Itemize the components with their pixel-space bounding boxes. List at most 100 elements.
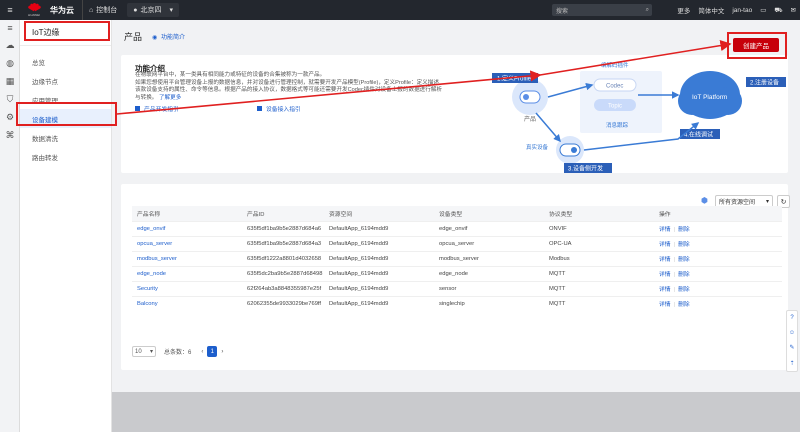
page-size-select[interactable]: 10 ▾: [132, 346, 156, 357]
page-title: 产品: [124, 32, 143, 42]
brand-name[interactable]: 华为云: [48, 0, 83, 20]
intro-card: 功能介绍 在物联网平台中，某一类具有相同能力或特征的设备的合集被称为一款产品。 …: [121, 55, 788, 173]
resource-space: DefaultApp_6194mdd9: [324, 235, 434, 251]
detail-link[interactable]: 详情: [659, 272, 671, 278]
network-icon[interactable]: ⌘: [0, 126, 20, 144]
diagram-step2: 2.注册设备: [750, 79, 779, 87]
detail-link[interactable]: 详情: [659, 257, 671, 263]
detail-link[interactable]: 详情: [659, 302, 671, 308]
table-header-row: 产品名称 产品ID 资源空间 设备类型 协议类型 操作: [132, 206, 782, 221]
product-id: 635f5df1222a8801d4032658: [242, 250, 324, 266]
doc-icon: [257, 106, 262, 111]
delete-link[interactable]: 删除: [678, 227, 690, 233]
region-selector[interactable]: ● 北京四 ▾: [127, 3, 179, 17]
col-device-type: 设备类型: [434, 206, 544, 221]
product-id: 635f5dc2ba9b5e2887d68498: [242, 265, 324, 281]
row-operations: 详情 | 删除: [654, 235, 782, 251]
table-row: edge_node 635f5dc2ba9b5e2887d68498 Defau…: [132, 265, 782, 281]
next-page-icon[interactable]: ›: [221, 349, 223, 355]
device-type: edge_node: [434, 265, 544, 281]
chevron-down-icon: ▾: [149, 349, 153, 355]
top-icon[interactable]: ⇡: [789, 360, 794, 367]
top-right-links: 更多 简体中文 jan-tao ▭ ⛟ ✉: [673, 0, 800, 20]
protocol-type: ONVIF: [544, 220, 654, 236]
sidebar-item-overview[interactable]: 总览: [20, 52, 111, 71]
detail-link[interactable]: 详情: [659, 242, 671, 248]
diagram-product-label: 产品: [524, 115, 536, 123]
delete-link[interactable]: 删除: [678, 287, 690, 293]
learn-more-link[interactable]: 了解更多: [159, 95, 181, 101]
product-dev-guide-link[interactable]: 产品开发指引: [135, 104, 179, 113]
search-input[interactable]: 搜索 ⌕: [552, 4, 652, 16]
diagram-step4: 4.在线调试: [684, 131, 713, 139]
diagram-codec-plugin: 编解码插件: [601, 61, 629, 69]
search-placeholder: 搜索: [556, 8, 569, 15]
row-operations: 详情 | 删除: [654, 265, 782, 281]
cloud-icon[interactable]: ☁: [0, 36, 20, 54]
edit-icon[interactable]: ✎: [789, 344, 794, 351]
device-type: singlechip: [434, 295, 544, 311]
product-name-link[interactable]: edge_onvif: [132, 220, 242, 236]
sidebar-item-routing[interactable]: 路由转发: [20, 147, 111, 166]
delete-link[interactable]: 删除: [678, 302, 690, 308]
sidebar-item-edge-nodes[interactable]: 边缘节点: [20, 71, 111, 90]
diagram-step1: 1.定义Profile: [497, 75, 532, 83]
prev-page-icon[interactable]: ‹: [201, 349, 203, 355]
console-link[interactable]: ⌂ 控制台: [83, 0, 123, 20]
list-icon[interactable]: ≡: [0, 20, 20, 36]
top-bar: ≡ HUAWEI 华为云 ⌂ 控制台 ● 北京四 ▾ 搜索 ⌕ 更多 简体中文 …: [0, 0, 800, 20]
device-type: edge_onvif: [434, 220, 544, 236]
help-icon[interactable]: ?: [790, 315, 793, 321]
feedback-icon[interactable]: ☺: [789, 330, 795, 336]
device-access-guide-link[interactable]: 设备接入指引: [257, 104, 301, 113]
protocol-type: MQTT: [544, 280, 654, 296]
col-product-name: 产品名称: [132, 206, 242, 221]
bottom-band: [112, 392, 800, 432]
diagram-step3: 3.设备侧开发: [568, 165, 603, 173]
product-name-link[interactable]: edge_node: [132, 265, 242, 281]
more-link[interactable]: 更多: [673, 0, 694, 20]
product-name-link[interactable]: modbus_server: [132, 250, 242, 266]
resource-space: DefaultApp_6194mdd9: [324, 295, 434, 311]
cart-icon[interactable]: ⛟: [770, 0, 786, 20]
detail-link[interactable]: 详情: [659, 227, 671, 233]
page-number-button[interactable]: 1: [207, 346, 218, 357]
row-operations: 详情 | 删除: [654, 220, 782, 236]
product-table: 产品名称 产品ID 资源空间 设备类型 协议类型 操作 edge_onvif 6…: [132, 206, 782, 311]
product-name-link[interactable]: Security: [132, 280, 242, 296]
storage-icon[interactable]: ▦: [0, 72, 20, 90]
product-name-link[interactable]: opcua_server: [132, 235, 242, 251]
delete-link[interactable]: 删除: [678, 272, 690, 278]
detail-link[interactable]: 详情: [659, 287, 671, 293]
cloud-shell-icon[interactable]: ▭: [756, 0, 770, 20]
resource-space: DefaultApp_6194mdd9: [324, 265, 434, 281]
delete-link[interactable]: 删除: [678, 242, 690, 248]
huawei-logo[interactable]: HUAWEI: [20, 0, 48, 20]
mail-icon[interactable]: ✉: [787, 0, 800, 20]
intro-link[interactable]: ◉ 功能简介: [152, 32, 185, 41]
device-access-guide-label: 设备接入指引: [266, 107, 301, 113]
sidebar-item-data-cleaning[interactable]: 数据清洗: [20, 128, 111, 147]
page-header: 产品 ◉ 功能简介: [124, 30, 185, 43]
diagram-message-trace: 消息跟踪: [606, 121, 629, 129]
user-link[interactable]: jan-tao: [728, 0, 756, 20]
service-icon-rail: ≡ ☁ ◍ ▦ ⛉ ⚙ ⌘: [0, 20, 20, 432]
globe-icon[interactable]: ◍: [0, 54, 20, 72]
row-operations: 详情 | 删除: [654, 250, 782, 266]
table-row: modbus_server 635f5df1222a8801d4032658 D…: [132, 250, 782, 266]
menu-icon[interactable]: ≡: [0, 0, 20, 20]
product-id: 635f5df1ba9b5e2887d684a6: [242, 220, 324, 236]
eye-icon: ◉: [152, 35, 158, 41]
device-type: modbus_server: [434, 250, 544, 266]
row-operations: 详情 | 删除: [654, 295, 782, 311]
search-icon: ⌕: [645, 6, 649, 13]
language-link[interactable]: 简体中文: [694, 0, 728, 20]
protocol-type: MQTT: [544, 265, 654, 281]
cube-icon: ⬢: [701, 196, 708, 205]
product-name-link[interactable]: Balcony: [132, 295, 242, 311]
delete-link[interactable]: 删除: [678, 257, 690, 263]
resource-space: DefaultApp_6194mdd9: [324, 220, 434, 236]
table-row: opcua_server 635f5df1ba9b5e2887d684a3 De…: [132, 235, 782, 251]
resource-space: DefaultApp_6194mdd9: [324, 280, 434, 296]
intro-description: 在物联网平台中，某一类具有相同能力或特征的设备的合集被称为一款产品。 如果您想使…: [135, 72, 443, 102]
